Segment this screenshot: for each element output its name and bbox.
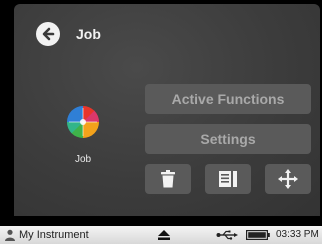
job-panel: Job Job Active Functions Settings: [14, 4, 320, 216]
job-tile[interactable]: Job: [58, 104, 108, 165]
instrument-screen: Job Job Active Functions Settings My Ins…: [0, 0, 322, 244]
battery-icon: [246, 230, 270, 240]
delete-button[interactable]: [145, 164, 191, 194]
header: Job: [36, 20, 101, 48]
active-functions-button[interactable]: Active Functions: [145, 84, 311, 114]
move-button[interactable]: [265, 164, 311, 194]
back-button[interactable]: [36, 22, 60, 46]
color-wheel-icon: [67, 106, 99, 138]
settings-button[interactable]: Settings: [145, 124, 311, 154]
instrument-name: My Instrument: [19, 229, 89, 241]
status-bar: My Instrument 03:33 PM: [0, 226, 322, 244]
document-list-icon: [219, 171, 237, 187]
clock: 03:33 PM: [276, 229, 319, 240]
usb-icon: [216, 230, 238, 240]
eject-icon[interactable]: [158, 230, 170, 240]
trash-icon: [161, 170, 175, 188]
page-title: Job: [76, 26, 101, 42]
copy-job-button[interactable]: [205, 164, 251, 194]
move-arrows-icon: [278, 169, 298, 189]
user-icon: [5, 229, 15, 241]
job-tile-label: Job: [74, 154, 92, 165]
back-arrow-icon: [42, 27, 55, 41]
